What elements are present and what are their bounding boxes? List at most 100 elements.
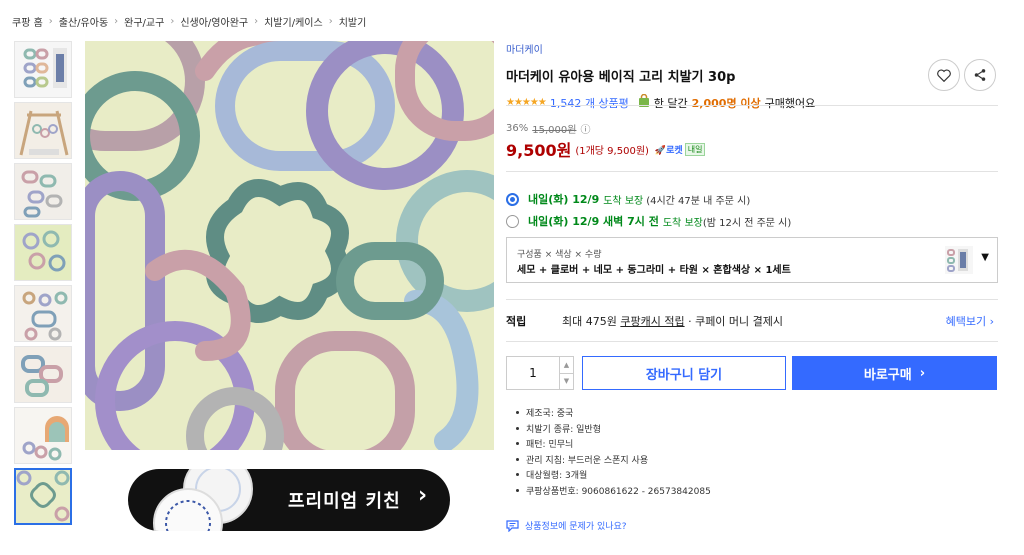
reward-amount: 최대 475원 <box>562 315 617 328</box>
buy-now-label: 바로구매 <box>863 367 912 383</box>
discount-rate: 36% <box>506 123 529 134</box>
product-thumbnail[interactable] <box>14 224 72 281</box>
report-product-info-link[interactable]: 상품정보에 문제가 있나요? <box>506 519 627 532</box>
brand-link[interactable]: 마더케이 <box>506 41 998 56</box>
buy-now-button[interactable]: 바로구매 › <box>792 356 997 390</box>
divider <box>506 341 998 342</box>
benefits-link[interactable]: 혜택보기 › <box>946 313 994 329</box>
bullet-icon <box>516 488 519 492</box>
option-thumbnail <box>945 246 973 274</box>
option-select[interactable]: 구성품 × 색상 × 수량 세모 + 클로버 + 네모 + 동그라미 + 타원 … <box>506 237 998 283</box>
chevron-right-icon: › <box>114 16 119 27</box>
wishlist-button[interactable] <box>928 59 960 91</box>
quantity-increase-icon[interactable]: ▲ <box>560 357 573 373</box>
attribute-text: 관리 지침: 부드러운 스폰지 사용 <box>526 455 649 466</box>
breadcrumb: 쿠팡 홈 › 출산/유아동 › 완구/교구 › 신생아/영아완구 › 치발기/케… <box>12 14 370 29</box>
attribute-text: 제조국: 중국 <box>526 409 574 420</box>
divider <box>506 299 998 300</box>
review-count-link[interactable]: 1,542 개 상품평 <box>550 95 629 111</box>
breadcrumb-category-4[interactable]: 치발기/케이스 <box>260 14 327 29</box>
delivery-radio[interactable] <box>506 214 519 228</box>
breadcrumb-category-3[interactable]: 신생아/영아완구 <box>176 14 252 29</box>
quantity-decrease-icon[interactable]: ▼ <box>560 372 573 390</box>
bullet-icon <box>516 473 519 477</box>
attribute-item: 패턴: 민무늬 <box>506 436 711 452</box>
divider <box>506 171 998 172</box>
banner-title: 프리미엄 키친 <box>288 491 401 512</box>
price-row: 9,500원 (1개당 9,500원) 🚀로켓 내일 <box>506 137 706 161</box>
attribute-text: 치발기 종류: 일반형 <box>526 424 601 435</box>
heart-icon <box>937 69 951 82</box>
product-main-image[interactable] <box>85 41 494 450</box>
reward-description: 최대 475원 쿠팡캐시 적립 · 쿠페이 머니 결제시 <box>562 313 783 329</box>
purchase-count: 2,000명 이상 <box>691 96 761 110</box>
breadcrumb-home[interactable]: 쿠팡 홈 <box>12 14 47 29</box>
product-title: 마더케이 유아용 베이직 고리 치발기 30p <box>506 70 736 85</box>
star-rating: ★★★★★ <box>506 97 547 108</box>
divider <box>506 105 998 106</box>
unit-price: (1개당 9,500원) <box>575 145 649 157</box>
attribute-item: 제조국: 중국 <box>506 405 711 421</box>
chevron-right-icon: › <box>170 16 175 27</box>
product-thumbnail[interactable] <box>14 163 72 220</box>
product-info: 마더케이 마더케이 유아용 베이직 고리 치발기 30p ★★★★★ 1,542… <box>506 41 998 532</box>
delivery-radio-selected[interactable] <box>506 192 519 206</box>
quantity-stepper: ▲ ▼ <box>506 356 574 390</box>
delivery-option-1[interactable]: 내일(화) 12/9 도착 보장 (4시간 47분 내 주문 시) <box>506 191 750 207</box>
attribute-item: 쿠팡상품번호: 9060861622 - 26573842085 <box>506 483 711 499</box>
delivery-guarantee: 도착 보장 <box>603 195 644 207</box>
original-price: 15,000원 <box>532 125 577 136</box>
reward-condition: · 쿠페이 머니 결제시 <box>688 315 784 328</box>
product-thumbnail[interactable] <box>14 407 72 464</box>
purchase-prefix: 한 달간 <box>653 96 688 110</box>
report-text: 상품정보에 문제가 있나요? <box>525 522 627 532</box>
product-thumbnail-selected[interactable] <box>14 468 72 525</box>
breadcrumb-category-2[interactable]: 완구/교구 <box>120 14 168 29</box>
purchase-suffix: 구매했어요 <box>764 96 816 110</box>
attribute-text: 패턴: 민무늬 <box>526 440 574 451</box>
delivery-guarantee: 도착 보장 <box>662 217 703 229</box>
product-thumbnail[interactable] <box>14 285 72 342</box>
caret-down-icon: ▼ <box>981 252 989 263</box>
feedback-icon <box>506 519 519 532</box>
bullet-icon <box>516 442 519 446</box>
product-thumbnail[interactable] <box>14 102 72 159</box>
coupang-cash-link[interactable]: 쿠팡캐시 적립 <box>620 315 684 328</box>
bullet-icon <box>516 457 519 461</box>
product-thumbnail[interactable] <box>14 346 72 403</box>
attribute-item: 관리 지침: 부드러운 스폰지 사용 <box>506 452 711 468</box>
delivery-date: 내일(화) 12/9 새벽 7시 전 <box>528 215 659 228</box>
chevron-right-icon: › <box>254 16 259 27</box>
rating-row: ★★★★★ 1,542 개 상품평 한 달간 2,000명 이상 구매했어요 <box>506 93 998 111</box>
breadcrumb-category-5[interactable]: 치발기 <box>335 14 371 29</box>
tomorrow-badge: 내일 <box>684 142 706 156</box>
chevron-right-icon: › <box>919 365 926 381</box>
chevron-right-icon: › <box>328 16 333 27</box>
share-button[interactable] <box>964 59 996 91</box>
chevron-right-icon: › <box>48 16 53 27</box>
chevron-right-icon: › <box>418 483 428 508</box>
discount-row: 36% 15,000원 ⓘ <box>506 121 590 136</box>
delivery-date: 내일(화) 12/9 <box>528 193 600 206</box>
share-icon <box>974 69 986 81</box>
bullet-icon <box>516 426 519 430</box>
sale-price: 9,500원 <box>506 141 572 160</box>
premium-kitchen-banner[interactable]: 프리미엄 키친 › <box>128 469 450 531</box>
bullet-icon <box>516 411 519 415</box>
option-label: 구성품 × 색상 × 수량 <box>517 250 602 260</box>
info-icon[interactable]: ⓘ <box>580 121 590 136</box>
quantity-input[interactable] <box>507 357 559 389</box>
product-thumbnail[interactable] <box>14 41 72 98</box>
delivery-option-2[interactable]: 내일(화) 12/9 새벽 7시 전 도착 보장 (밤 12시 전 주문 시) <box>506 213 791 229</box>
delivery-note: (4시간 47분 내 주문 시) <box>646 195 751 207</box>
thumbnail-list <box>14 41 72 529</box>
option-value: 세모 + 클로버 + 네모 + 동그라미 + 타원 × 혼합색상 × 1세트 <box>517 265 791 276</box>
attribute-text: 대상월령: 3개월 <box>526 471 588 482</box>
attribute-text: 쿠팡상품번호: 9060861622 - 26573842085 <box>526 486 711 497</box>
add-to-cart-button[interactable]: 장바구니 담기 <box>582 356 786 390</box>
reward-label: 적립 <box>506 315 527 328</box>
rocket-delivery-badge: 🚀로켓 <box>654 145 683 156</box>
breadcrumb-category-1[interactable]: 출산/유아동 <box>55 14 112 29</box>
product-attributes: 제조국: 중국 치발기 종류: 일반형 패턴: 민무늬 관리 지침: 부드러운 … <box>506 405 711 498</box>
quantity-buttons: ▲ ▼ <box>559 357 573 389</box>
